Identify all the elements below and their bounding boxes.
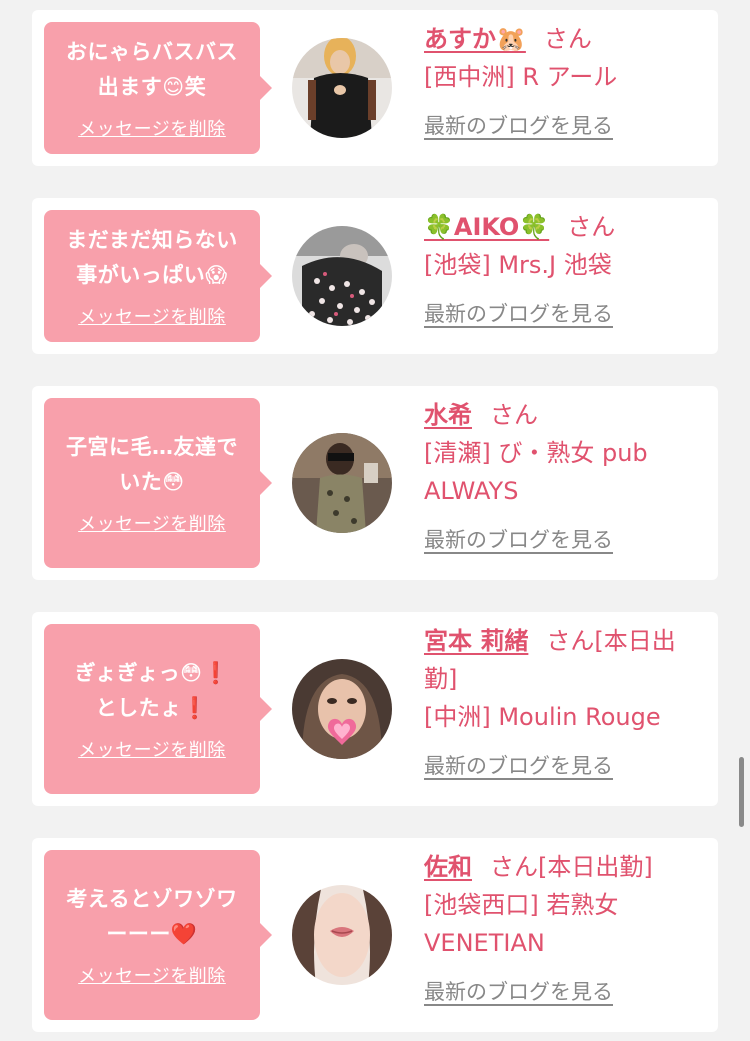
shop-name: [池袋西口] 若熟女 VENETIAN [424,891,619,957]
avatar[interactable] [292,885,392,985]
info-block: 宮本 莉緒 さん[本日出勤] [中洲] Moulin Rouge 最新のブログを見… [424,622,704,780]
woman-polka-dress-photo-icon [292,226,392,326]
message-text: まだまだ知らない 事がいっぱい😱 [66,228,238,287]
message-card: おにゃらバスバス 出ます😊笑 メッセージを削除 あすか🐹 さん [西中洲] R ア… [32,10,718,166]
shop-name: [池袋] Mrs.J 池袋 [424,251,612,279]
view-blog-link[interactable]: 最新のブログを見る [424,298,613,328]
delete-message-link[interactable]: メッセージを削除 [78,736,226,762]
info-block: 🍀AIKO🍀 さん [池袋] Mrs.J 池袋 最新のブログを見る [424,208,704,328]
avatar[interactable] [292,659,392,759]
view-blog-link[interactable]: 最新のブログを見る [424,110,613,140]
info-block: あすか🐹 さん [西中洲] R アール 最新のブログを見る [424,20,704,140]
name-suffix: さん[本日出勤] [490,853,653,881]
message-text: 考えるとゾワゾワ ーーー❤️ [66,887,238,946]
message-bubble: 考えるとゾワゾワ ーーー❤️ メッセージを削除 [44,850,272,1020]
message-bubble: まだまだ知らない 事がいっぱい😱 メッセージを削除 [44,210,272,342]
delete-message-link[interactable]: メッセージを削除 [78,115,226,141]
avatar[interactable] [292,433,392,533]
info-block: 水希 さん [清瀬] び・熟女 pub ALWAYS 最新のブログを見る [424,396,704,554]
woman-mirror-selfie-photo-icon [292,433,392,533]
woman-black-dress-photo-icon [292,38,392,138]
view-blog-link[interactable]: 最新のブログを見る [424,524,613,554]
message-text: 子宮に毛…友達で いた😳 [66,435,238,494]
message-card: 考えるとゾワゾワ ーーー❤️ メッセージを削除 佐和 さん[本日出勤] [池袋西口… [32,838,718,1032]
shop-name: [清瀬] び・熟女 pub ALWAYS [424,439,648,505]
woman-face-heart-sticker-photo-icon [292,659,392,759]
woman-lips-closeup-photo-icon [292,885,392,985]
message-text: ぎょぎょっ😳❗ としたょ❗ [74,661,230,720]
shop-name: [西中洲] R アール [424,63,618,91]
view-blog-link[interactable]: 最新のブログを見る [424,976,613,1006]
avatar[interactable] [292,226,392,326]
delete-message-link[interactable]: メッセージを削除 [78,510,226,536]
shop-name: [中洲] Moulin Rouge [424,703,661,731]
cast-name-link[interactable]: 水希 [424,401,472,429]
view-blog-link[interactable]: 最新のブログを見る [424,750,613,780]
cast-name-link[interactable]: 🍀AIKO🍀 [424,213,549,241]
cast-name-link[interactable]: あすか🐹 [424,25,526,53]
message-bubble: ぎょぎょっ😳❗ としたょ❗ メッセージを削除 [44,624,272,794]
message-text: おにゃらバスバス 出ます😊笑 [66,40,238,99]
message-bubble: おにゃらバスバス 出ます😊笑 メッセージを削除 [44,22,272,154]
message-card: 子宮に毛…友達で いた😳 メッセージを削除 水希 さん [清瀬] び・熟女 pub… [32,386,718,580]
scrollbar[interactable] [739,757,744,827]
name-suffix: さん [543,25,592,53]
cast-name-link[interactable]: 宮本 莉緒 [424,627,528,655]
delete-message-link[interactable]: メッセージを削除 [78,962,226,988]
message-card: まだまだ知らない 事がいっぱい😱 メッセージを削除 🍀AIKO🍀 さん [池袋]… [32,198,718,354]
cast-name-link[interactable]: 佐和 [424,853,472,881]
message-card: ぎょぎょっ😳❗ としたょ❗ メッセージを削除 宮本 莉緒 さん[本日出勤] [中洲… [32,612,718,806]
info-block: 佐和 さん[本日出勤] [池袋西口] 若熟女 VENETIAN 最新のブログを見る [424,848,704,1006]
name-suffix: さん [567,213,616,241]
avatar[interactable] [292,38,392,138]
name-suffix: さん [490,401,538,429]
message-bubble: 子宮に毛…友達で いた😳 メッセージを削除 [44,398,272,568]
delete-message-link[interactable]: メッセージを削除 [78,303,226,329]
